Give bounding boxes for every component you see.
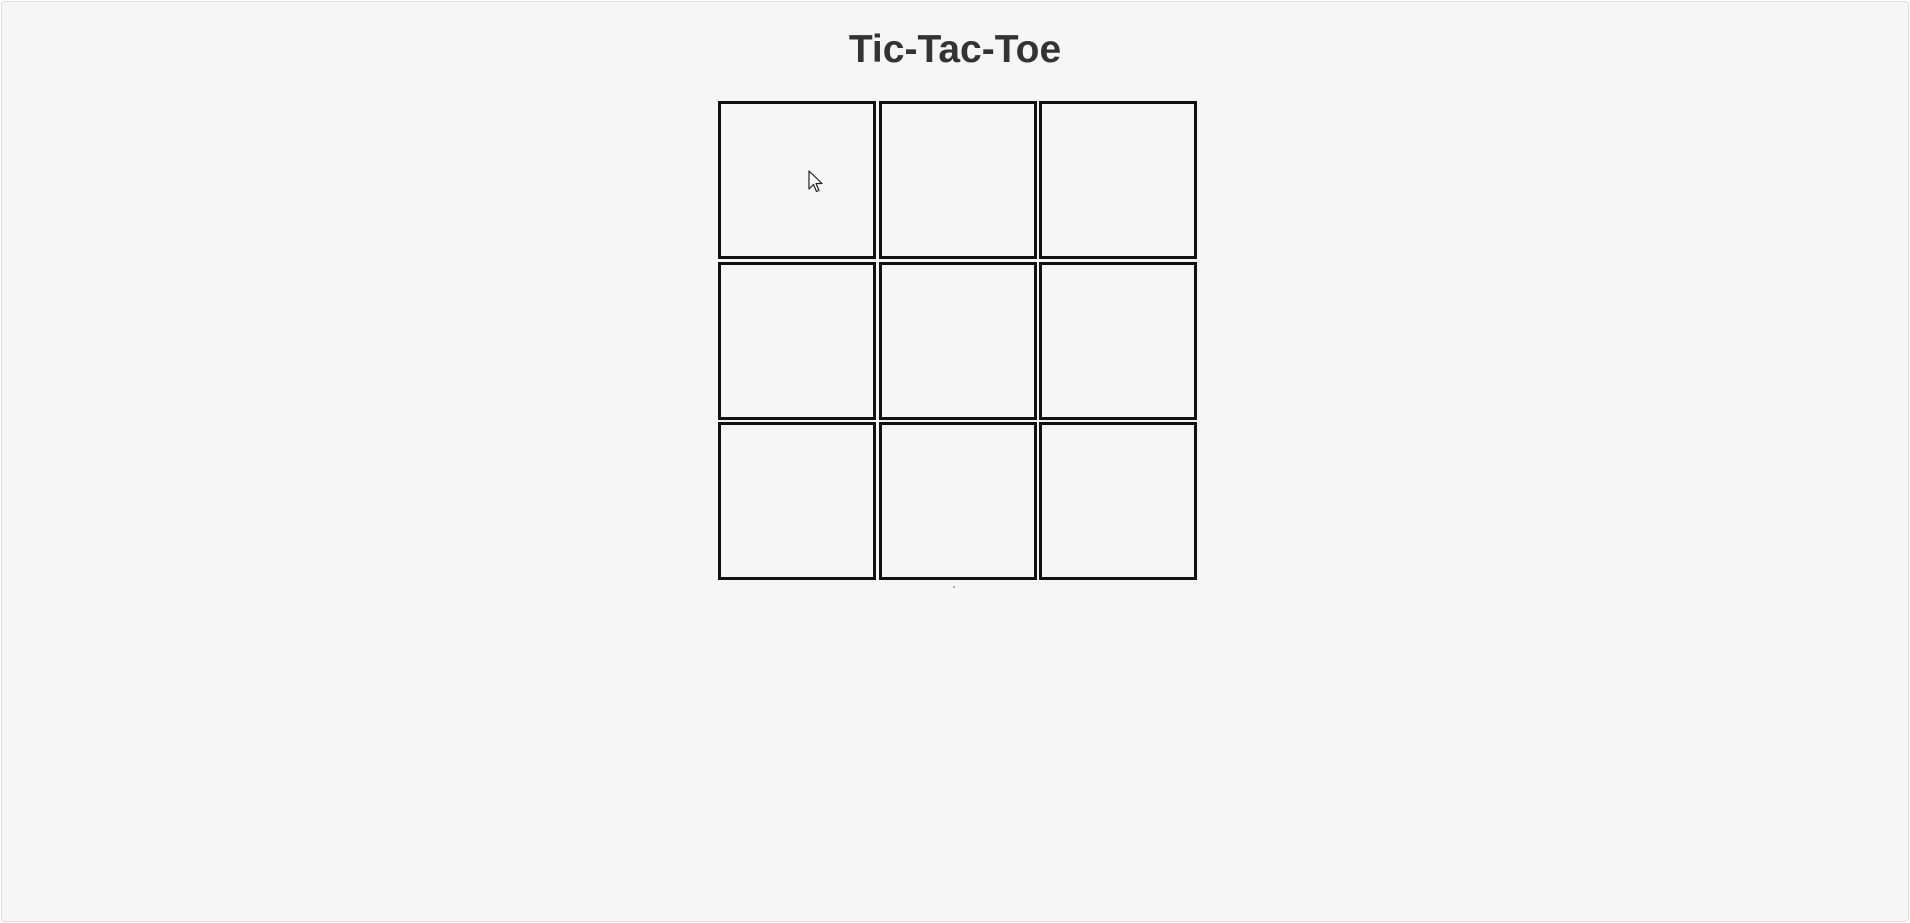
status-dot — [953, 586, 955, 588]
board-cell-r3-c1[interactable] — [718, 422, 876, 580]
board-cell-r1-c2[interactable] — [879, 101, 1037, 259]
board-cell-r1-c3[interactable] — [1039, 101, 1197, 259]
page-title: Tic-Tac-Toe — [848, 28, 1062, 71]
board-cell-r1-c1[interactable] — [718, 101, 876, 259]
board-cell-r3-c2[interactable] — [879, 422, 1037, 580]
game-board — [718, 101, 1197, 580]
board-cell-r3-c3[interactable] — [1039, 422, 1197, 580]
board-cell-r2-c2[interactable] — [879, 262, 1037, 420]
board-cell-r2-c3[interactable] — [1039, 262, 1197, 420]
game-status — [0, 582, 1910, 586]
board-cell-r2-c1[interactable] — [718, 262, 876, 420]
